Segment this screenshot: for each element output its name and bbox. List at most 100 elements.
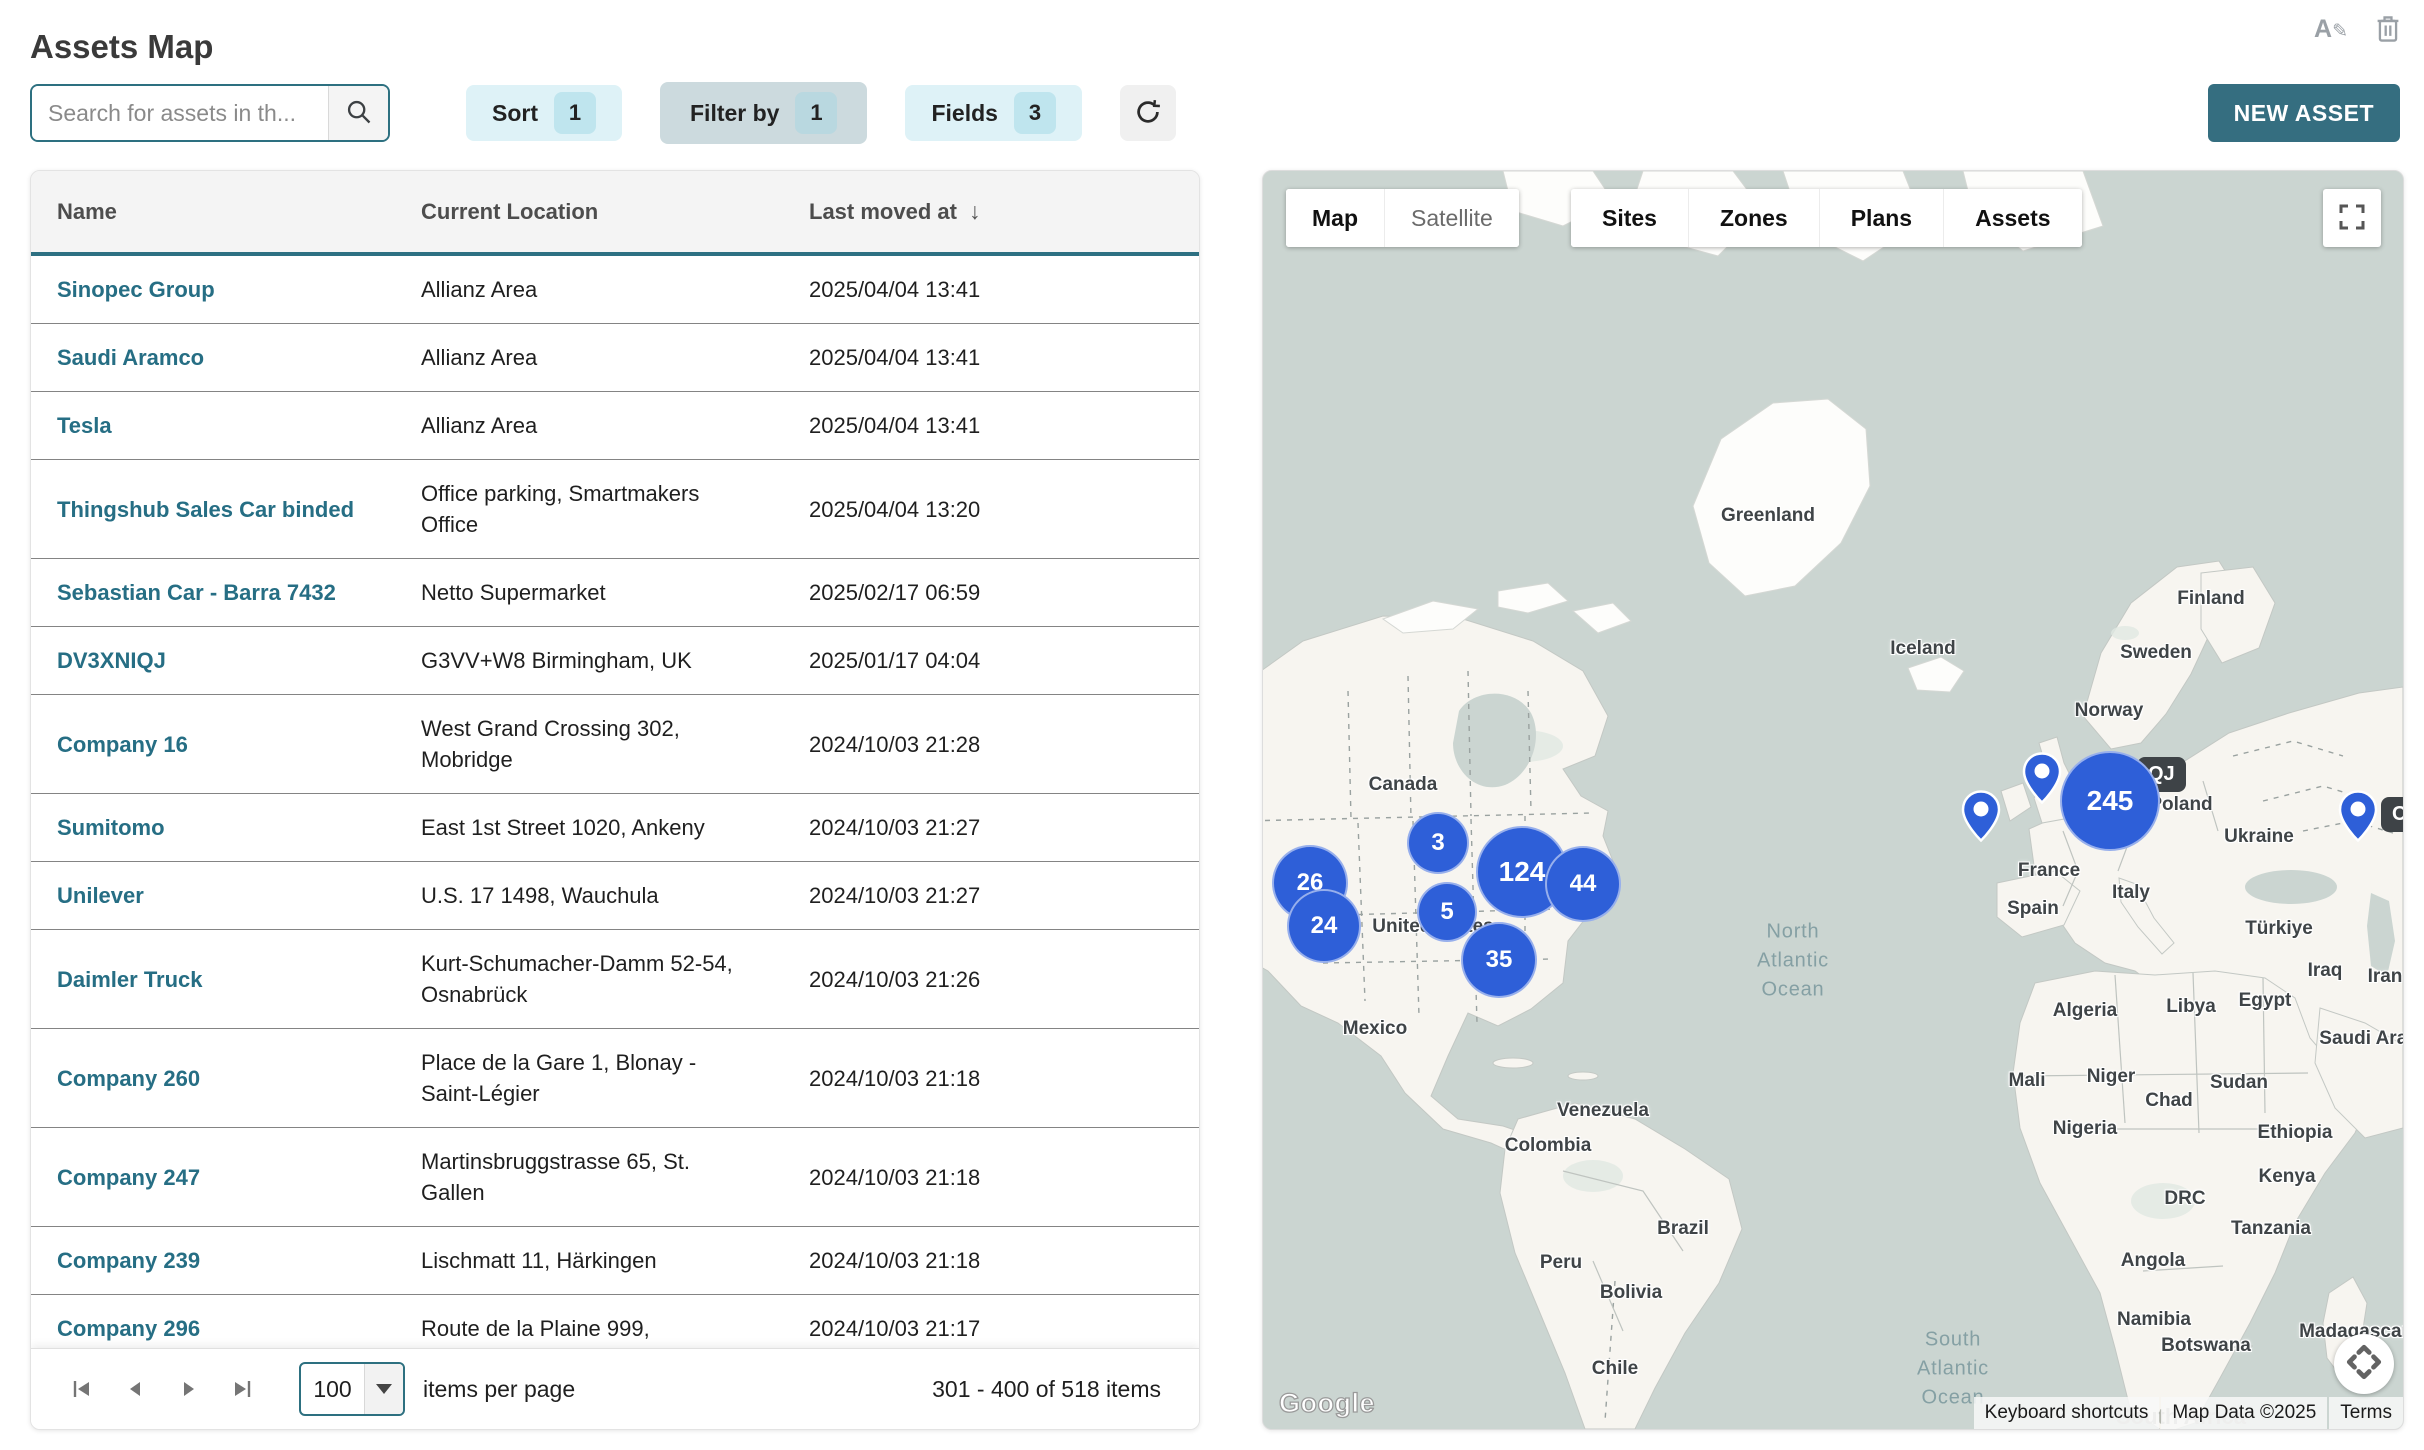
- asset-last-moved: 2024/10/03 21:27: [809, 812, 1199, 843]
- column-name[interactable]: Name: [31, 199, 421, 225]
- map-pin[interactable]: [2022, 752, 2062, 809]
- refresh-button[interactable]: [1120, 85, 1176, 141]
- map-pin[interactable]: [1961, 790, 2001, 847]
- asset-location: Lischmatt 11, Härkingen: [421, 1245, 809, 1276]
- map-tab-sites[interactable]: Sites: [1571, 189, 1688, 247]
- map-country-label: Bolivia: [1600, 1282, 1662, 1304]
- map-country-label: Chad: [2145, 1090, 2193, 1112]
- asset-name-link[interactable]: Daimler Truck: [31, 964, 421, 995]
- map-type-map[interactable]: Map: [1286, 189, 1384, 247]
- column-last-moved[interactable]: Last moved at↓: [809, 198, 1199, 225]
- asset-name-link[interactable]: Sumitomo: [31, 812, 421, 843]
- map-tab-plans[interactable]: Plans: [1819, 189, 1943, 247]
- map-country-label: Nigeria: [2053, 1118, 2117, 1140]
- google-logo[interactable]: Google: [1279, 1388, 1375, 1419]
- asset-name-link[interactable]: Unilever: [31, 880, 421, 911]
- map-country-label: France: [2018, 860, 2080, 882]
- asset-location: Allianz Area: [421, 410, 809, 441]
- map-country-label: Italy: [2112, 882, 2150, 904]
- items-per-page-label: items per page: [423, 1376, 575, 1403]
- map-country-label: Mexico: [1343, 1018, 1407, 1040]
- last-page-button[interactable]: [223, 1369, 263, 1409]
- table-row: SumitomoEast 1st Street 1020, Ankeny2024…: [31, 794, 1199, 862]
- map-cluster[interactable]: 3: [1407, 812, 1469, 874]
- map-cluster[interactable]: 5: [1417, 882, 1477, 942]
- trash-icon[interactable]: [2374, 14, 2402, 44]
- map-country-label: Egypt: [2239, 990, 2292, 1012]
- next-page-button[interactable]: [169, 1369, 209, 1409]
- attribution-item[interactable]: Map Data ©2025: [2161, 1397, 2327, 1429]
- table-row: Company 260Place de la Gare 1, Blonay - …: [31, 1029, 1199, 1128]
- fullscreen-icon: [2338, 203, 2366, 234]
- column-current-location[interactable]: Current Location: [421, 199, 809, 225]
- fullscreen-button[interactable]: [2323, 189, 2381, 247]
- map-layer-tabs: SitesZonesPlansAssets: [1571, 189, 2082, 247]
- asset-last-moved: 2025/04/04 13:41: [809, 342, 1199, 373]
- asset-location: West Grand Crossing 302, Mobridge: [421, 713, 809, 775]
- asset-name-link[interactable]: Company 296: [31, 1313, 421, 1344]
- chip-sort[interactable]: Sort1: [466, 85, 622, 141]
- map-country-label: Sweden: [2120, 642, 2192, 664]
- map-country-label: Brazil: [1657, 1218, 1709, 1240]
- asset-location: Office parking, Smartmakers Office: [421, 478, 809, 540]
- table-header: Name Current Location Last moved at↓: [31, 171, 1199, 256]
- asset-location: Route de la Plaine 999,: [421, 1313, 809, 1344]
- asset-name-link[interactable]: Company 239: [31, 1245, 421, 1276]
- map-type-satellite[interactable]: Satellite: [1384, 189, 1519, 247]
- asset-name-link[interactable]: Sinopec Group: [31, 274, 421, 305]
- page-title: Assets Map: [30, 28, 213, 66]
- map-pin[interactable]: [2338, 790, 2378, 847]
- map-tab-zones[interactable]: Zones: [1688, 189, 1819, 247]
- map-country-label: Venezuela: [1557, 1100, 1649, 1122]
- chip-fields[interactable]: Fields3: [905, 85, 1081, 141]
- asset-name-link[interactable]: Sebastian Car - Barra 7432: [31, 577, 421, 608]
- filter-chips: Sort1 Filter by1 Fields3: [428, 82, 1082, 144]
- table-row: DV3XNIQJG3VV+W8 Birmingham, UK2025/01/17…: [31, 627, 1199, 695]
- pan-control[interactable]: [2334, 1334, 2394, 1394]
- page-size-select[interactable]: 100: [299, 1362, 405, 1416]
- attribution-item[interactable]: Terms: [2329, 1397, 2403, 1429]
- asset-location: Martinsbruggstrasse 65, St. Gallen: [421, 1146, 809, 1208]
- table-body: Sinopec Group Allianz Area 2025/04/04 13:4…: [31, 256, 1199, 1363]
- map-country-label: Colombia: [1505, 1135, 1592, 1157]
- new-asset-button[interactable]: NEW ASSET: [2208, 84, 2400, 142]
- refresh-icon: [1133, 97, 1163, 130]
- prev-page-button[interactable]: [115, 1369, 155, 1409]
- table-row: Company 239Lischmatt 11, Härkingen2024/1…: [31, 1227, 1199, 1295]
- asset-name-link[interactable]: Saudi Aramco: [31, 342, 421, 373]
- asset-name-link[interactable]: DV3XNIQJ: [31, 645, 421, 676]
- asset-name-link[interactable]: Thingshub Sales Car binded: [31, 494, 421, 525]
- asset-last-moved: 2025/01/17 04:04: [809, 645, 1199, 676]
- map-attribution: Keyboard shortcutsMap Data ©2025Terms: [1974, 1397, 2403, 1429]
- map-country-label: Spain: [2007, 898, 2059, 920]
- asset-name-link[interactable]: Tesla: [31, 410, 421, 441]
- asset-name-link[interactable]: Company 247: [31, 1162, 421, 1193]
- chevron-down-icon: [364, 1364, 403, 1414]
- attribution-item[interactable]: Keyboard shortcuts: [1974, 1397, 2160, 1429]
- asset-last-moved: 2024/10/03 21:26: [809, 964, 1199, 995]
- map-country-label: Norway: [2075, 700, 2144, 722]
- search-button[interactable]: [328, 86, 388, 140]
- map-asset-tag[interactable]: C: [2381, 797, 2404, 832]
- asset-name-link[interactable]: Company 16: [31, 729, 421, 760]
- map-type-control: MapSatellite: [1286, 189, 1519, 247]
- rename-icon[interactable]: A✎: [2314, 15, 2348, 44]
- map-cluster[interactable]: 44: [1545, 846, 1621, 922]
- table-row: Daimler TruckKurt-Schumacher-Damm 52-54,…: [31, 930, 1199, 1029]
- table-row: Thingshub Sales Car bindedOffice parking…: [31, 460, 1199, 559]
- map-tab-assets[interactable]: Assets: [1943, 189, 2081, 247]
- map-cluster[interactable]: 35: [1461, 922, 1537, 998]
- table-row: Company 247Martinsbruggstrasse 65, St. G…: [31, 1128, 1199, 1227]
- sort-desc-icon: ↓: [969, 198, 981, 225]
- chip-filter-by[interactable]: Filter by1: [660, 82, 867, 144]
- search-input[interactable]: [32, 86, 328, 140]
- assets-table-card: Name Current Location Last moved at↓ Sin…: [30, 170, 1200, 1430]
- map-ocean-label: NorthAtlanticOcean: [1757, 918, 1829, 1005]
- map-cluster[interactable]: 24: [1287, 889, 1361, 963]
- first-page-button[interactable]: [61, 1369, 101, 1409]
- assets-map[interactable]: GreenlandIcelandFinlandSwedenNorwayCanad…: [1262, 170, 2404, 1430]
- map-country-label: Sudan: [2210, 1072, 2268, 1094]
- asset-name-link[interactable]: Company 260: [31, 1063, 421, 1094]
- map-cluster[interactable]: 245: [2060, 751, 2160, 851]
- map-country-label: Saudi Arabia: [2319, 1028, 2404, 1050]
